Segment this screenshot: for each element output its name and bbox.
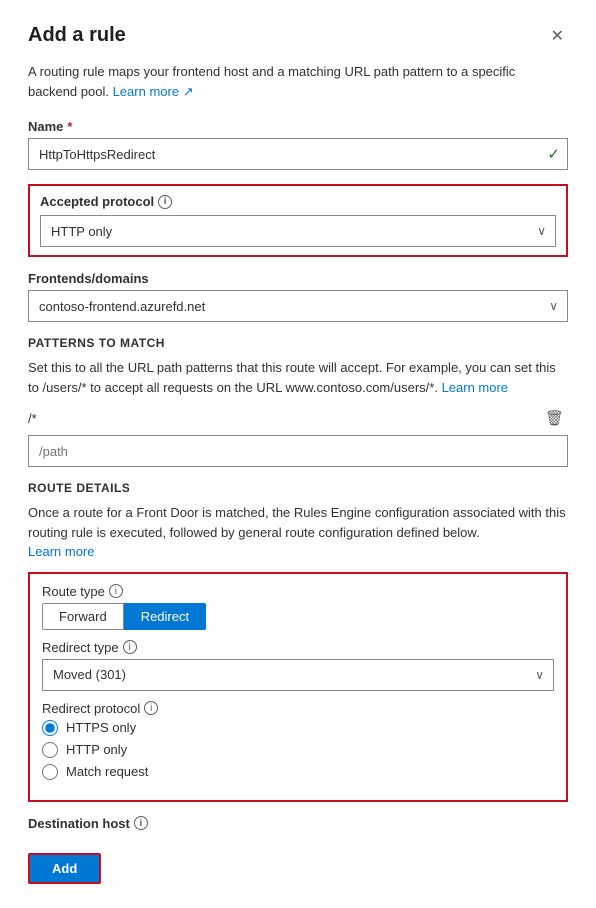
accepted-protocol-select[interactable]: HTTP only HTTPS only HTTP and HTTPS: [40, 215, 556, 247]
radio-https-only-label: HTTPS only: [66, 720, 136, 735]
redirect-protocol-radio-group: HTTPS only HTTP only Match request: [42, 720, 554, 780]
frontends-domains-label: Frontends/domains: [28, 271, 568, 286]
redirect-type-select[interactable]: Moved (301) Found (302) Temporary Redire…: [42, 659, 554, 691]
route-type-label: Route type i: [42, 584, 554, 599]
redirect-type-field: Redirect type i Moved (301) Found (302) …: [42, 640, 554, 691]
destination-host-info-icon[interactable]: i: [134, 816, 148, 830]
path-input[interactable]: [28, 435, 568, 467]
required-indicator: *: [67, 119, 72, 134]
route-learn-more-link[interactable]: Learn more: [28, 544, 94, 559]
patterns-description: Set this to all the URL path patterns th…: [28, 358, 568, 397]
radio-http-only-label: HTTP only: [66, 742, 127, 757]
external-link-icon: ↗: [183, 84, 194, 99]
radio-http-only-input[interactable]: [42, 742, 58, 758]
redirect-protocol-field: Redirect protocol i HTTPS only HTTP only…: [42, 701, 554, 780]
accepted-protocol-select-wrapper: HTTP only HTTPS only HTTP and HTTPS ∨: [40, 215, 556, 247]
pattern-row: /* 🗑: [28, 407, 568, 429]
delete-pattern-button[interactable]: 🗑: [541, 407, 568, 429]
panel-header: Add a rule ✕: [28, 24, 568, 48]
radio-https-only-input[interactable]: [42, 720, 58, 736]
accepted-protocol-label: Accepted protocol i: [40, 194, 556, 209]
route-type-redirect-button[interactable]: Redirect: [124, 603, 206, 630]
route-type-info-icon[interactable]: i: [109, 584, 123, 598]
radio-https-only[interactable]: HTTPS only: [42, 720, 554, 736]
frontends-domains-field: Frontends/domains contoso-frontend.azure…: [28, 271, 568, 322]
patterns-learn-more-link[interactable]: Learn more: [442, 380, 508, 395]
accepted-protocol-info-icon[interactable]: i: [158, 195, 172, 209]
destination-host-field: Destination host i: [28, 816, 568, 831]
redirect-type-label: Redirect type i: [42, 640, 554, 655]
radio-match-request[interactable]: Match request: [42, 764, 554, 780]
panel-description: A routing rule maps your frontend host a…: [28, 62, 568, 101]
add-button[interactable]: Add: [28, 853, 101, 884]
route-type-field: Route type i Forward Redirect: [42, 584, 554, 630]
description-text: A routing rule maps your frontend host a…: [28, 64, 515, 99]
name-input[interactable]: [28, 138, 568, 170]
frontends-domains-select-wrapper: contoso-frontend.azurefd.net ∨: [28, 290, 568, 322]
redirect-protocol-label: Redirect protocol i: [42, 701, 554, 716]
name-field-group: Name * ✓: [28, 119, 568, 170]
pattern-value: /*: [28, 411, 37, 426]
patterns-section: PATTERNS TO MATCH Set this to all the UR…: [28, 336, 568, 467]
redirect-type-info-icon[interactable]: i: [123, 640, 137, 654]
accepted-protocol-field: Accepted protocol i HTTP only HTTPS only…: [28, 184, 568, 257]
radio-http-only[interactable]: HTTP only: [42, 742, 554, 758]
route-type-forward-button[interactable]: Forward: [42, 603, 124, 630]
name-input-wrapper: ✓: [28, 138, 568, 170]
route-details-title: ROUTE DETAILS: [28, 481, 568, 495]
panel-title: Add a rule: [28, 24, 126, 47]
name-label: Name *: [28, 119, 568, 134]
route-details-description: Once a route for a Front Door is matched…: [28, 503, 568, 562]
radio-match-request-input[interactable]: [42, 764, 58, 780]
check-icon: ✓: [547, 145, 560, 163]
close-button[interactable]: ✕: [547, 24, 568, 48]
add-rule-panel: Add a rule ✕ A routing rule maps your fr…: [0, 0, 596, 908]
frontends-domains-select[interactable]: contoso-frontend.azurefd.net: [28, 290, 568, 322]
redirect-protocol-info-icon[interactable]: i: [144, 701, 158, 715]
route-type-toggle-group: Forward Redirect: [42, 603, 554, 630]
radio-match-request-label: Match request: [66, 764, 148, 779]
route-type-box: Route type i Forward Redirect Redirect t…: [28, 572, 568, 802]
description-link[interactable]: Learn more ↗: [113, 84, 194, 99]
redirect-type-select-wrapper: Moved (301) Found (302) Temporary Redire…: [42, 659, 554, 691]
route-desc-text: Once a route for a Front Door is matched…: [28, 505, 566, 540]
route-details-section: ROUTE DETAILS Once a route for a Front D…: [28, 481, 568, 802]
patterns-title: PATTERNS TO MATCH: [28, 336, 568, 350]
